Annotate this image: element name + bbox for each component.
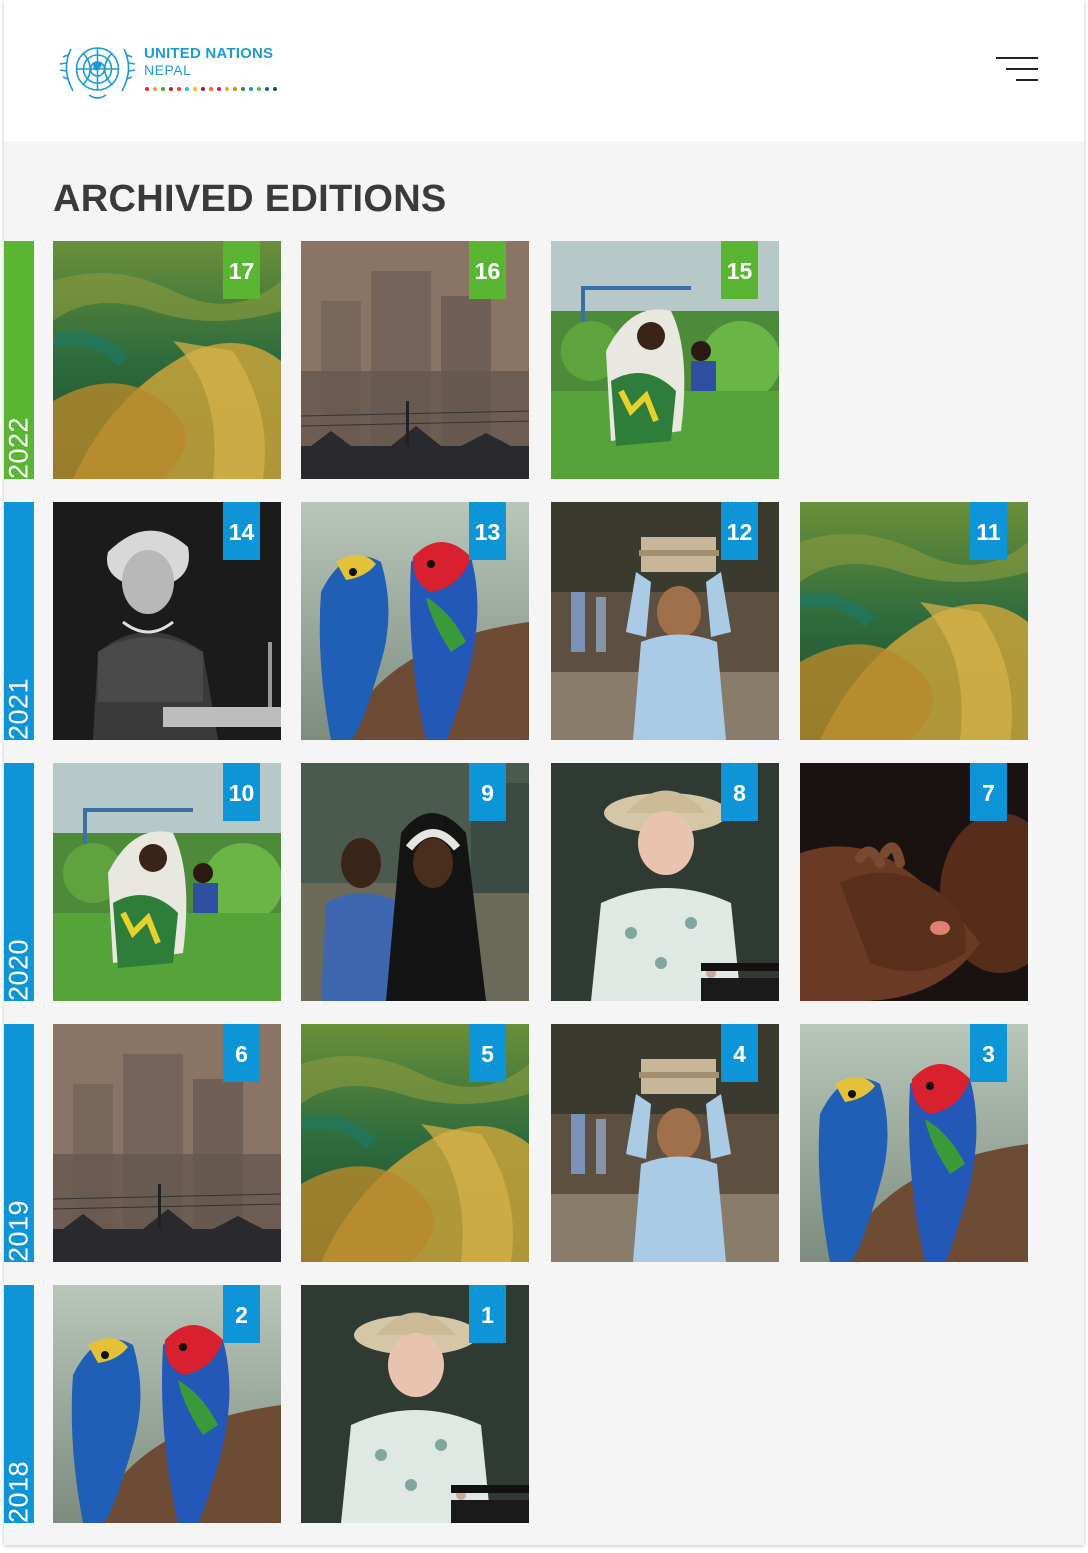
org-name: UNITED NATIONS: [144, 45, 274, 62]
edition-card[interactable]: 1: [301, 1285, 529, 1523]
edition-number: 5: [481, 1041, 494, 1067]
edition-card[interactable]: 9: [301, 763, 529, 1001]
un-emblem-icon[interactable]: [59, 37, 136, 102]
year-label-bar: 2020: [4, 763, 34, 1001]
edition-number: 7: [982, 780, 995, 806]
edition-card[interactable]: 12: [551, 502, 779, 740]
edition-card[interactable]: 7: [800, 763, 1028, 1001]
sdg-dot: [241, 87, 245, 91]
edition-number-badge: 13: [469, 502, 506, 560]
edition-number-badge: 4: [721, 1024, 758, 1082]
edition-number: 12: [726, 519, 753, 545]
edition-card[interactable]: 10: [53, 763, 281, 1001]
edition-number: 17: [228, 258, 255, 284]
sdg-dot: [193, 87, 197, 91]
sdg-dot: [145, 87, 149, 91]
edition-number-badge: 7: [970, 763, 1007, 821]
edition-number: 14: [228, 519, 255, 545]
sdg-dot: [169, 87, 173, 91]
sdg-dot: [265, 87, 269, 91]
hamburger-menu-icon: [996, 57, 1038, 59]
edition-card[interactable]: 16: [301, 241, 529, 479]
page-frame: UNITED NATIONS NEPAL ARCHIVED EDITIONS 2…: [4, 0, 1084, 1545]
sdg-dot: [249, 87, 253, 91]
year-label: 2022: [4, 416, 34, 479]
edition-number: 13: [474, 519, 501, 545]
edition-number-badge: 5: [469, 1024, 506, 1082]
edition-number: 1: [481, 1302, 494, 1328]
edition-number: 8: [733, 780, 746, 806]
org-country: NEPAL: [144, 62, 192, 78]
sdg-dot: [201, 87, 205, 91]
edition-card[interactable]: 13: [301, 502, 529, 740]
sdg-dot: [161, 87, 165, 91]
page-title: ARCHIVED EDITIONS: [53, 178, 447, 220]
edition-number-badge: 15: [721, 241, 758, 299]
sdg-dot: [225, 87, 229, 91]
sdg-color-dots: [145, 87, 277, 93]
edition-number-badge: 8: [721, 763, 758, 821]
edition-number: 2: [235, 1302, 248, 1328]
edition-card[interactable]: 17: [53, 241, 281, 479]
edition-card[interactable]: 11: [800, 502, 1028, 740]
edition-number-badge: 14: [223, 502, 260, 560]
edition-number: 6: [235, 1041, 248, 1067]
edition-number: 16: [474, 258, 501, 284]
edition-number: 11: [976, 519, 1001, 545]
sdg-dot: [217, 87, 221, 91]
edition-number-badge: 12: [721, 502, 758, 560]
year-label: 2020: [4, 938, 34, 1001]
edition-number: 15: [726, 258, 753, 284]
edition-card[interactable]: 8: [551, 763, 779, 1001]
sdg-dot: [153, 87, 157, 91]
year-label: 2018: [4, 1460, 34, 1523]
edition-number-badge: 16: [469, 241, 506, 299]
edition-number-badge: 1: [469, 1285, 506, 1343]
sdg-dot: [273, 87, 277, 91]
sdg-dot: [257, 87, 261, 91]
edition-number: 10: [228, 780, 255, 806]
edition-card[interactable]: 14: [53, 502, 281, 740]
edition-card[interactable]: 3: [800, 1024, 1028, 1262]
sdg-dot: [177, 87, 181, 91]
edition-card[interactable]: 6: [53, 1024, 281, 1262]
edition-card[interactable]: 2: [53, 1285, 281, 1523]
edition-number-badge: 11: [970, 502, 1007, 560]
edition-number-badge: 3: [970, 1024, 1007, 1082]
edition-number-badge: 6: [223, 1024, 260, 1082]
edition-number-badge: 17: [223, 241, 260, 299]
year-label-bar: 2019: [4, 1024, 34, 1262]
year-label-bar: 2022: [4, 241, 34, 479]
edition-card[interactable]: 15: [551, 241, 779, 479]
edition-card[interactable]: 5: [301, 1024, 529, 1262]
menu-button[interactable]: [990, 52, 1038, 86]
edition-number: 4: [733, 1041, 746, 1067]
year-label-bar: 2021: [4, 502, 34, 740]
site-header: UNITED NATIONS NEPAL: [4, 0, 1084, 141]
edition-number: 3: [982, 1041, 995, 1067]
year-label: 2019: [4, 1199, 34, 1262]
sdg-dot: [209, 87, 213, 91]
year-label: 2021: [4, 677, 34, 740]
edition-number-badge: 10: [223, 763, 260, 821]
year-label-bar: 2018: [4, 1285, 34, 1523]
edition-number-badge: 2: [223, 1285, 260, 1343]
menu-icon-line: [1006, 68, 1038, 70]
edition-card[interactable]: 4: [551, 1024, 779, 1262]
sdg-dot: [185, 87, 189, 91]
edition-number: 9: [481, 780, 494, 806]
edition-number-badge: 9: [469, 763, 506, 821]
sdg-dot: [233, 87, 237, 91]
menu-icon-line: [1016, 79, 1038, 81]
